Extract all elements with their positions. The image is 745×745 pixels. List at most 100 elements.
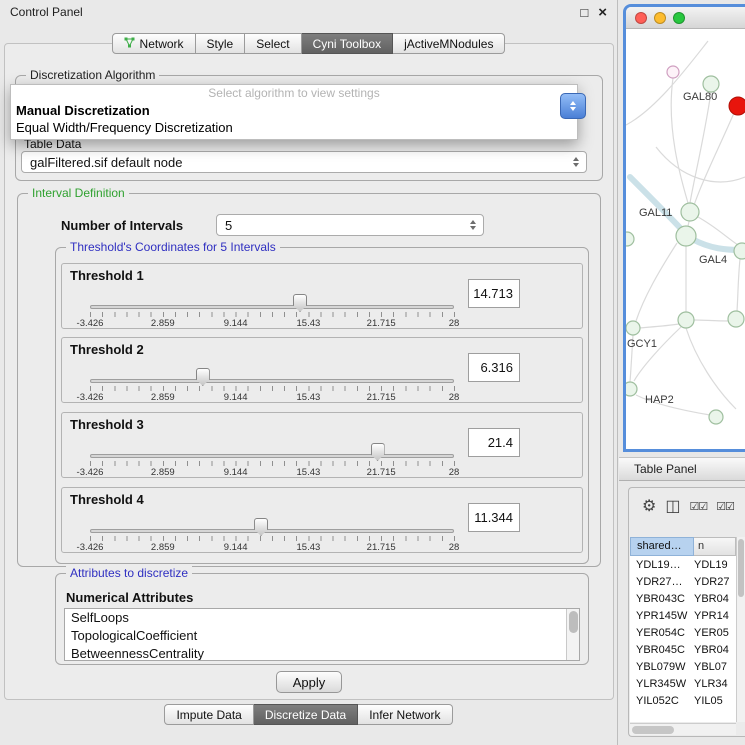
close-traffic-light[interactable]: [635, 12, 647, 24]
network-node: [626, 321, 640, 335]
tab-jactivemnodules[interactable]: jActiveMNodules: [393, 33, 505, 54]
tick-label: 28: [449, 318, 460, 329]
list-item[interactable]: TopologicalCoefficient: [65, 627, 579, 645]
control-panel-window: Control Panel □ × Net: [0, 0, 618, 745]
slider-thumb[interactable]: [371, 443, 385, 461]
columns-icon[interactable]: ◫: [665, 496, 680, 516]
threshold-3-panel: Threshold 3 -3.426 2.859 9.144 15.43 21.…: [61, 412, 583, 478]
table-panel-window: ⚙ ◫ ☑☑ ☑☑ shared… n YDL19…YDL19 YDR27…YD…: [628, 487, 745, 737]
network-window-titlebar: [626, 7, 745, 29]
column-header-name[interactable]: n: [694, 537, 736, 556]
slider-tick-labels: -3.426 2.859 9.144 15.43 21.715 28: [90, 318, 454, 328]
slider-track[interactable]: [90, 379, 454, 383]
screen: Control Panel □ × Net: [0, 0, 745, 745]
combo-arrows-icon: [573, 157, 579, 167]
gear-icon[interactable]: ⚙: [642, 496, 656, 516]
close-icon[interactable]: ×: [598, 6, 607, 19]
slider-tick-labels: -3.426 2.859 9.144 15.43 21.715 28: [90, 392, 454, 402]
network-node: [676, 226, 696, 246]
tab-infer-network[interactable]: Infer Network: [358, 704, 452, 725]
tab-style[interactable]: Style: [196, 33, 246, 54]
threshold-value-input[interactable]: 6.316: [468, 353, 520, 382]
threshold-value-input[interactable]: 21.4: [468, 428, 520, 457]
list-item[interactable]: SelfLoops: [65, 609, 579, 627]
network-node: [709, 410, 723, 424]
select-functions-icon[interactable]: ☑☑: [716, 500, 734, 513]
tick-label: 15.43: [297, 318, 321, 329]
numerical-attributes-label: Numerical Attributes: [66, 590, 193, 605]
tick-label: 15.43: [297, 392, 321, 403]
node-label: GCY1: [627, 338, 657, 350]
minimize-traffic-light[interactable]: [654, 12, 666, 24]
slider-tick-labels: -3.426 2.859 9.144 15.43 21.715 28: [90, 542, 454, 552]
tick-label: 9.144: [224, 467, 248, 478]
number-of-intervals-label: Number of Intervals: [61, 218, 183, 233]
table-row[interactable]: YER054CYER05: [630, 624, 736, 641]
network-canvas[interactable]: GAL80 GAL11 GAL4 GCY1 HAP2: [626, 29, 745, 449]
threshold-label: Threshold 4: [70, 492, 144, 507]
number-of-intervals-value: 5: [225, 218, 232, 233]
table-row[interactable]: YDR27…YDR27: [630, 573, 736, 590]
slider-track[interactable]: [90, 454, 454, 458]
threshold-label: Threshold 1: [70, 268, 144, 283]
tab-network[interactable]: Network: [112, 33, 196, 54]
number-of-intervals-select[interactable]: 5: [216, 214, 484, 236]
table-row[interactable]: YPR145WYPR14: [630, 607, 736, 624]
vertical-scrollbar[interactable]: [736, 537, 745, 722]
top-tab-bar: Network Style Select Cyni Toolbox jActiv…: [0, 33, 617, 54]
float-window-icon[interactable]: □: [580, 6, 588, 19]
table-row[interactable]: YBL079WYBL07: [630, 658, 736, 675]
tab-discretize-data[interactable]: Discretize Data: [254, 704, 358, 725]
algorithm-dropdown-popup: Select algorithm to view settings Manual…: [10, 84, 578, 140]
threshold-4-panel: Threshold 4 -3.426 2.859 9.144 15.43 21.…: [61, 487, 583, 553]
slider-ticks: [90, 536, 455, 541]
tick-label: 21.715: [367, 542, 396, 553]
threshold-label: Threshold 2: [70, 342, 144, 357]
tick-label: 9.144: [224, 542, 248, 553]
tick-label: 21.715: [367, 467, 396, 478]
attributes-list[interactable]: SelfLoops TopologicalCoefficient Between…: [64, 608, 580, 661]
tab-select[interactable]: Select: [245, 33, 301, 54]
tick-label: 2.859: [151, 392, 175, 403]
tab-label: Style: [207, 37, 234, 51]
slider-track[interactable]: [90, 305, 454, 309]
threshold-2-panel: Threshold 2 -3.426 2.859 9.144 15.43 21.…: [61, 337, 583, 403]
network-node: [703, 76, 719, 92]
tab-impute-data[interactable]: Impute Data: [164, 704, 253, 725]
table-row[interactable]: YLR345WYLR34: [630, 675, 736, 692]
bottom-tab-bar: Impute Data Discretize Data Infer Networ…: [0, 704, 617, 725]
tab-label: Impute Data: [176, 708, 241, 722]
network-node: [734, 243, 745, 259]
network-node: [678, 312, 694, 328]
dropdown-option-equal-width[interactable]: Equal Width/Frequency Discretization: [11, 119, 577, 136]
table-row[interactable]: YDL19…YDL19: [630, 556, 736, 573]
algorithm-combo-button[interactable]: [560, 93, 586, 119]
dropdown-option-manual[interactable]: Manual Discretization: [11, 102, 577, 119]
tab-cyni-toolbox[interactable]: Cyni Toolbox: [302, 33, 393, 54]
apply-button[interactable]: Apply: [276, 671, 342, 693]
table-data-select[interactable]: galFiltered.sif default node: [21, 151, 587, 173]
threshold-value-input[interactable]: 14.713: [468, 279, 520, 308]
slider-thumb[interactable]: [254, 518, 268, 536]
group-title: Attributes to discretize: [66, 566, 192, 580]
group-title: Discretization Algorithm: [26, 68, 159, 82]
tab-label: Infer Network: [369, 708, 440, 722]
table-row[interactable]: YBR043CYBR04: [630, 590, 736, 607]
horizontal-scrollbar[interactable]: [630, 723, 736, 735]
select-all-icon[interactable]: ☑☑: [689, 500, 707, 513]
zoom-traffic-light[interactable]: [673, 12, 685, 24]
slider-track[interactable]: [90, 529, 454, 533]
slider-thumb[interactable]: [196, 368, 210, 386]
column-header-shared-name[interactable]: shared…: [630, 537, 694, 556]
network-node-pink: [667, 66, 679, 78]
slider-thumb[interactable]: [293, 294, 307, 312]
threshold-value-input[interactable]: 11.344: [468, 503, 520, 532]
table-row[interactable]: YBR045CYBR04: [630, 641, 736, 658]
table-body[interactable]: YDL19…YDL19 YDR27…YDR27 YBR043CYBR04 YPR…: [630, 556, 736, 722]
list-item[interactable]: BetweennessCentrality: [65, 645, 579, 661]
vertical-scrollbar[interactable]: [566, 609, 579, 660]
table-row[interactable]: YIL052CYIL05: [630, 692, 736, 709]
tick-label: 15.43: [297, 542, 321, 553]
tick-label: 2.859: [151, 318, 175, 329]
spinner-arrows-icon: [470, 220, 476, 230]
